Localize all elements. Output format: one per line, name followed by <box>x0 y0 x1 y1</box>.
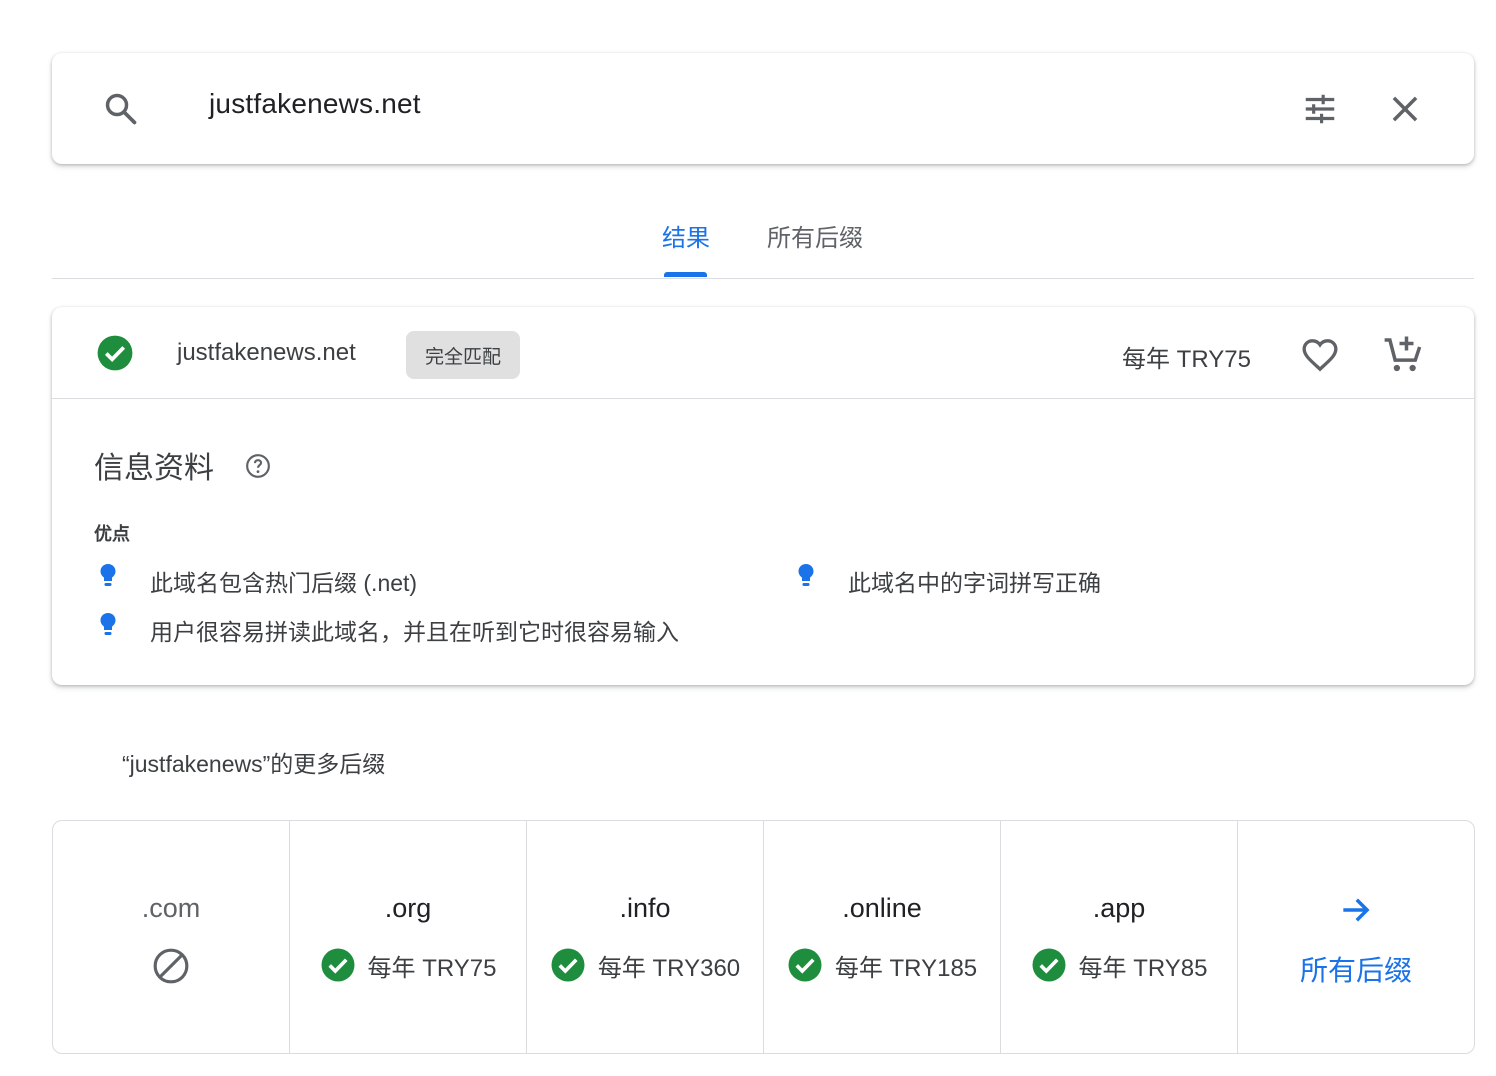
pros-label: 优点 <box>94 524 130 544</box>
tld-card-com[interactable]: .com <box>53 821 290 1053</box>
tld-grid: .com .org 每年 TRY75 .info 每年 TRY360 .onli… <box>52 820 1475 1054</box>
domain-tld: .net <box>315 339 356 366</box>
tld-card-online[interactable]: .online 每年 TRY185 <box>764 821 1001 1053</box>
domain-name: justfakenews.net <box>177 339 356 367</box>
pro-item: 用户很容易拼读此域名，并且在听到它时很容易输入 <box>150 619 679 645</box>
tld-price: 每年 TRY75 <box>367 954 497 982</box>
result-header: justfakenews.net 完全匹配 每年 TRY75 <box>52 307 1474 399</box>
tune-icon[interactable] <box>1301 90 1339 128</box>
heart-icon[interactable] <box>1300 335 1340 375</box>
search-icon[interactable] <box>102 90 140 128</box>
all-tlds-link[interactable]: 所有后缀 <box>1238 821 1474 1053</box>
block-icon <box>153 948 189 984</box>
exact-match-badge: 完全匹配 <box>406 331 520 379</box>
tld-name: .app <box>1092 893 1146 923</box>
tab-bar: 结果 所有后缀 <box>52 196 1474 279</box>
tld-card-info[interactable]: .info 每年 TRY360 <box>527 821 764 1053</box>
tab-all-tlds[interactable]: 所有后缀 <box>767 218 863 253</box>
exact-match-card: justfakenews.net 完全匹配 每年 TRY75 信息资料 优点 此… <box>52 307 1474 685</box>
add-cart-icon[interactable] <box>1382 333 1424 375</box>
domain-price: 每年 TRY75 <box>1122 346 1251 373</box>
check-circle-icon <box>551 948 585 982</box>
tld-price: 每年 TRY360 <box>597 954 741 982</box>
tld-price: 每年 TRY85 <box>1078 954 1208 982</box>
tld-status: 每年 TRY75 <box>290 947 526 983</box>
tld-name: .org <box>384 893 432 923</box>
tld-name: .info <box>619 893 671 923</box>
tld-status <box>53 947 289 985</box>
lightbulb-icon <box>798 564 814 586</box>
lightbulb-icon <box>100 564 116 586</box>
tld-status: 每年 TRY360 <box>527 947 763 983</box>
lightbulb-icon <box>100 613 116 635</box>
tld-card-app[interactable]: .app 每年 TRY85 <box>1001 821 1238 1053</box>
pro-item: 此域名包含热门后缀 (.net) <box>150 570 418 596</box>
search-bar: justfakenews.net <box>52 53 1474 164</box>
search-input[interactable]: justfakenews.net <box>209 88 421 120</box>
tld-price: 每年 TRY185 <box>834 954 978 982</box>
more-tlds-title: “justfakenews”的更多后缀 <box>122 751 386 777</box>
help-icon[interactable] <box>245 453 271 479</box>
arrow-right-icon <box>1343 898 1370 922</box>
tab-results[interactable]: 结果 <box>662 218 710 253</box>
tld-card-org[interactable]: .org 每年 TRY75 <box>290 821 527 1053</box>
tld-status: 每年 TRY185 <box>764 947 1000 983</box>
check-circle-icon <box>97 335 133 371</box>
info-title: 信息资料 <box>94 452 214 485</box>
check-circle-icon <box>1032 948 1066 982</box>
pro-item: 此域名中的字词拼写正确 <box>848 570 1101 596</box>
check-circle-icon <box>788 948 822 982</box>
tld-name: .online <box>842 893 922 923</box>
active-tab-indicator <box>664 272 707 277</box>
tld-name: .com <box>141 893 201 923</box>
all-tlds-label[interactable]: 所有后缀 <box>1238 949 1474 989</box>
tld-status: 每年 TRY85 <box>1001 947 1237 983</box>
check-circle-icon <box>321 948 355 982</box>
domain-main: justfakenews <box>177 339 316 366</box>
close-icon[interactable] <box>1386 90 1424 128</box>
